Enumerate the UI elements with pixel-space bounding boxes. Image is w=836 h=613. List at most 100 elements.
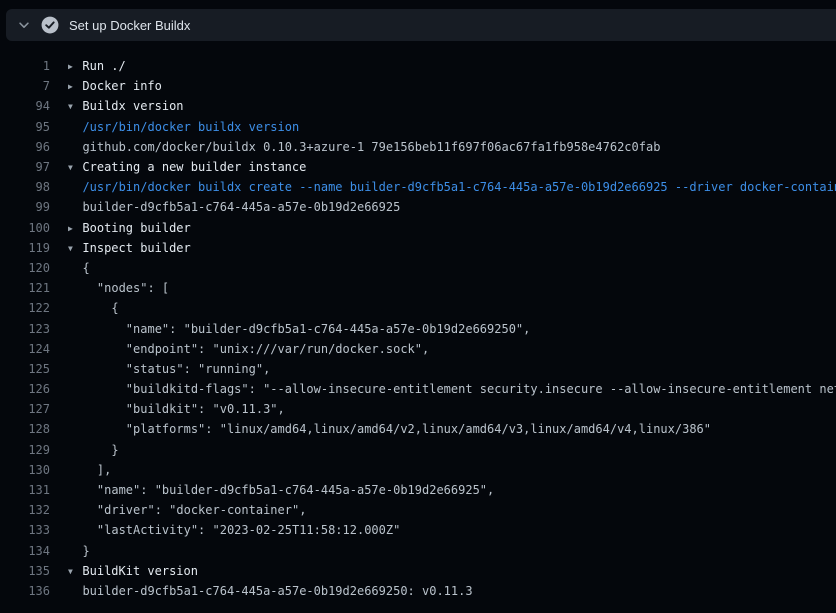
output-text: "endpoint": "unix:///var/run/docker.sock… bbox=[68, 342, 429, 356]
log-line: 125 "status": "running", bbox=[0, 359, 836, 379]
log-line: 134 } bbox=[0, 541, 836, 561]
output-text: "buildkitd-flags": "--allow-insecure-ent… bbox=[68, 382, 836, 396]
group-header: ▼Buildx version bbox=[68, 99, 184, 113]
line-number[interactable]: 99 bbox=[0, 200, 50, 214]
group-header: ▶Docker info bbox=[68, 79, 162, 93]
line-number[interactable]: 121 bbox=[0, 281, 50, 295]
log-line[interactable]: 100 ▶Booting builder bbox=[0, 218, 836, 238]
log-line: 129 } bbox=[0, 440, 836, 460]
step-title: Set up Docker Buildx bbox=[69, 18, 190, 33]
line-number[interactable]: 127 bbox=[0, 402, 50, 416]
log-line[interactable]: 94 ▼Buildx version bbox=[0, 96, 836, 116]
line-number[interactable]: 124 bbox=[0, 342, 50, 356]
output-text: } bbox=[68, 443, 119, 457]
log-area: 1▶Run ./7▶Docker info94▼Buildx version95… bbox=[0, 41, 836, 601]
line-number[interactable]: 94 bbox=[0, 99, 50, 113]
group-header: ▼Inspect builder bbox=[68, 241, 191, 255]
triangle-down-icon: ▼ bbox=[68, 244, 82, 253]
line-number[interactable]: 97 bbox=[0, 160, 50, 174]
line-number[interactable]: 131 bbox=[0, 483, 50, 497]
log-line: 123 "name": "builder-d9cfb5a1-c764-445a-… bbox=[0, 318, 836, 338]
line-number[interactable]: 135 bbox=[0, 564, 50, 578]
log-line[interactable]: 97 ▼Creating a new builder instance bbox=[0, 157, 836, 177]
output-text: } bbox=[68, 544, 90, 558]
group-title: Creating a new builder instance bbox=[82, 160, 306, 174]
group-header: ▶Booting builder bbox=[68, 221, 191, 235]
log-line[interactable]: 119 ▼Inspect builder bbox=[0, 238, 836, 258]
output-text: ], bbox=[68, 463, 111, 477]
line-number[interactable]: 96 bbox=[0, 140, 50, 154]
line-number[interactable]: 129 bbox=[0, 443, 50, 457]
log-line: 131 "name": "builder-d9cfb5a1-c764-445a-… bbox=[0, 480, 836, 500]
log-line: 121 "nodes": [ bbox=[0, 278, 836, 298]
log-line: 127 "buildkit": "v0.11.3", bbox=[0, 399, 836, 419]
line-number[interactable]: 122 bbox=[0, 301, 50, 315]
triangle-right-icon: ▶ bbox=[68, 224, 82, 233]
output-text: "nodes": [ bbox=[68, 281, 169, 295]
command-text: /usr/bin/docker buildx create --name bui… bbox=[68, 180, 836, 194]
log-line: 122 { bbox=[0, 298, 836, 318]
log-line: 96 github.com/docker/buildx 0.10.3+azure… bbox=[0, 137, 836, 157]
group-title: Booting builder bbox=[82, 221, 190, 235]
chevron-down-icon[interactable] bbox=[17, 18, 31, 32]
output-text: "buildkit": "v0.11.3", bbox=[68, 402, 285, 416]
group-header: ▶Run ./ bbox=[68, 59, 126, 73]
line-number[interactable]: 126 bbox=[0, 382, 50, 396]
output-text: builder-d9cfb5a1-c764-445a-a57e-0b19d2e6… bbox=[68, 584, 473, 598]
line-number[interactable]: 7 bbox=[0, 79, 50, 93]
step-header[interactable]: Set up Docker Buildx bbox=[6, 9, 836, 41]
output-text: { bbox=[68, 301, 119, 315]
log-line[interactable]: 1 ▶Run ./ bbox=[0, 56, 836, 76]
log-line: 99 builder-d9cfb5a1-c764-445a-a57e-0b19d… bbox=[0, 197, 836, 217]
group-title: Run ./ bbox=[82, 59, 125, 73]
group-header: ▼BuildKit version bbox=[68, 564, 198, 578]
log-line: 128 "platforms": "linux/amd64,linux/amd6… bbox=[0, 419, 836, 439]
output-text: "lastActivity": "2023-02-25T11:58:12.000… bbox=[68, 523, 400, 537]
line-number[interactable]: 119 bbox=[0, 241, 50, 255]
line-number[interactable]: 133 bbox=[0, 523, 50, 537]
output-text: "platforms": "linux/amd64,linux/amd64/v2… bbox=[68, 422, 711, 436]
log-line: 133 "lastActivity": "2023-02-25T11:58:12… bbox=[0, 520, 836, 540]
group-title: BuildKit version bbox=[82, 564, 198, 578]
output-text: "name": "builder-d9cfb5a1-c764-445a-a57e… bbox=[68, 483, 494, 497]
log-line: 130 ], bbox=[0, 460, 836, 480]
line-number[interactable]: 128 bbox=[0, 422, 50, 436]
group-title: Docker info bbox=[82, 79, 161, 93]
line-number[interactable]: 1 bbox=[0, 59, 50, 73]
group-title: Inspect builder bbox=[82, 241, 190, 255]
line-number[interactable]: 125 bbox=[0, 362, 50, 376]
triangle-right-icon: ▶ bbox=[68, 82, 82, 91]
triangle-right-icon: ▶ bbox=[68, 62, 82, 71]
log-line: 95 /usr/bin/docker buildx version bbox=[0, 117, 836, 137]
log-line: 136 builder-d9cfb5a1-c764-445a-a57e-0b19… bbox=[0, 581, 836, 601]
log-line[interactable]: 135 ▼BuildKit version bbox=[0, 561, 836, 581]
log-line: 126 "buildkitd-flags": "--allow-insecure… bbox=[0, 379, 836, 399]
log-line: 124 "endpoint": "unix:///var/run/docker.… bbox=[0, 339, 836, 359]
line-number[interactable]: 134 bbox=[0, 544, 50, 558]
output-text: { bbox=[68, 261, 90, 275]
line-number[interactable]: 123 bbox=[0, 322, 50, 336]
line-number[interactable]: 136 bbox=[0, 584, 50, 598]
group-header: ▼Creating a new builder instance bbox=[68, 160, 306, 174]
triangle-down-icon: ▼ bbox=[68, 163, 82, 172]
command-text: /usr/bin/docker buildx version bbox=[68, 120, 299, 134]
log-line: 98 /usr/bin/docker buildx create --name … bbox=[0, 177, 836, 197]
line-number[interactable]: 120 bbox=[0, 261, 50, 275]
triangle-down-icon: ▼ bbox=[68, 567, 82, 576]
line-number[interactable]: 132 bbox=[0, 503, 50, 517]
log-line[interactable]: 7 ▶Docker info bbox=[0, 76, 836, 96]
output-text: "status": "running", bbox=[68, 362, 270, 376]
output-text: builder-d9cfb5a1-c764-445a-a57e-0b19d2e6… bbox=[68, 200, 400, 214]
line-number[interactable]: 130 bbox=[0, 463, 50, 477]
output-text: "name": "builder-d9cfb5a1-c764-445a-a57e… bbox=[68, 322, 530, 336]
check-circle-icon bbox=[41, 16, 59, 34]
line-number[interactable]: 100 bbox=[0, 221, 50, 235]
line-number[interactable]: 98 bbox=[0, 180, 50, 194]
line-number[interactable]: 95 bbox=[0, 120, 50, 134]
log-line: 132 "driver": "docker-container", bbox=[0, 500, 836, 520]
log-viewer: Set up Docker Buildx 1▶Run ./7▶Docker in… bbox=[0, 9, 836, 601]
group-title: Buildx version bbox=[82, 99, 183, 113]
output-text: github.com/docker/buildx 0.10.3+azure-1 … bbox=[68, 140, 660, 154]
log-line: 120 { bbox=[0, 258, 836, 278]
output-text: "driver": "docker-container", bbox=[68, 503, 306, 517]
